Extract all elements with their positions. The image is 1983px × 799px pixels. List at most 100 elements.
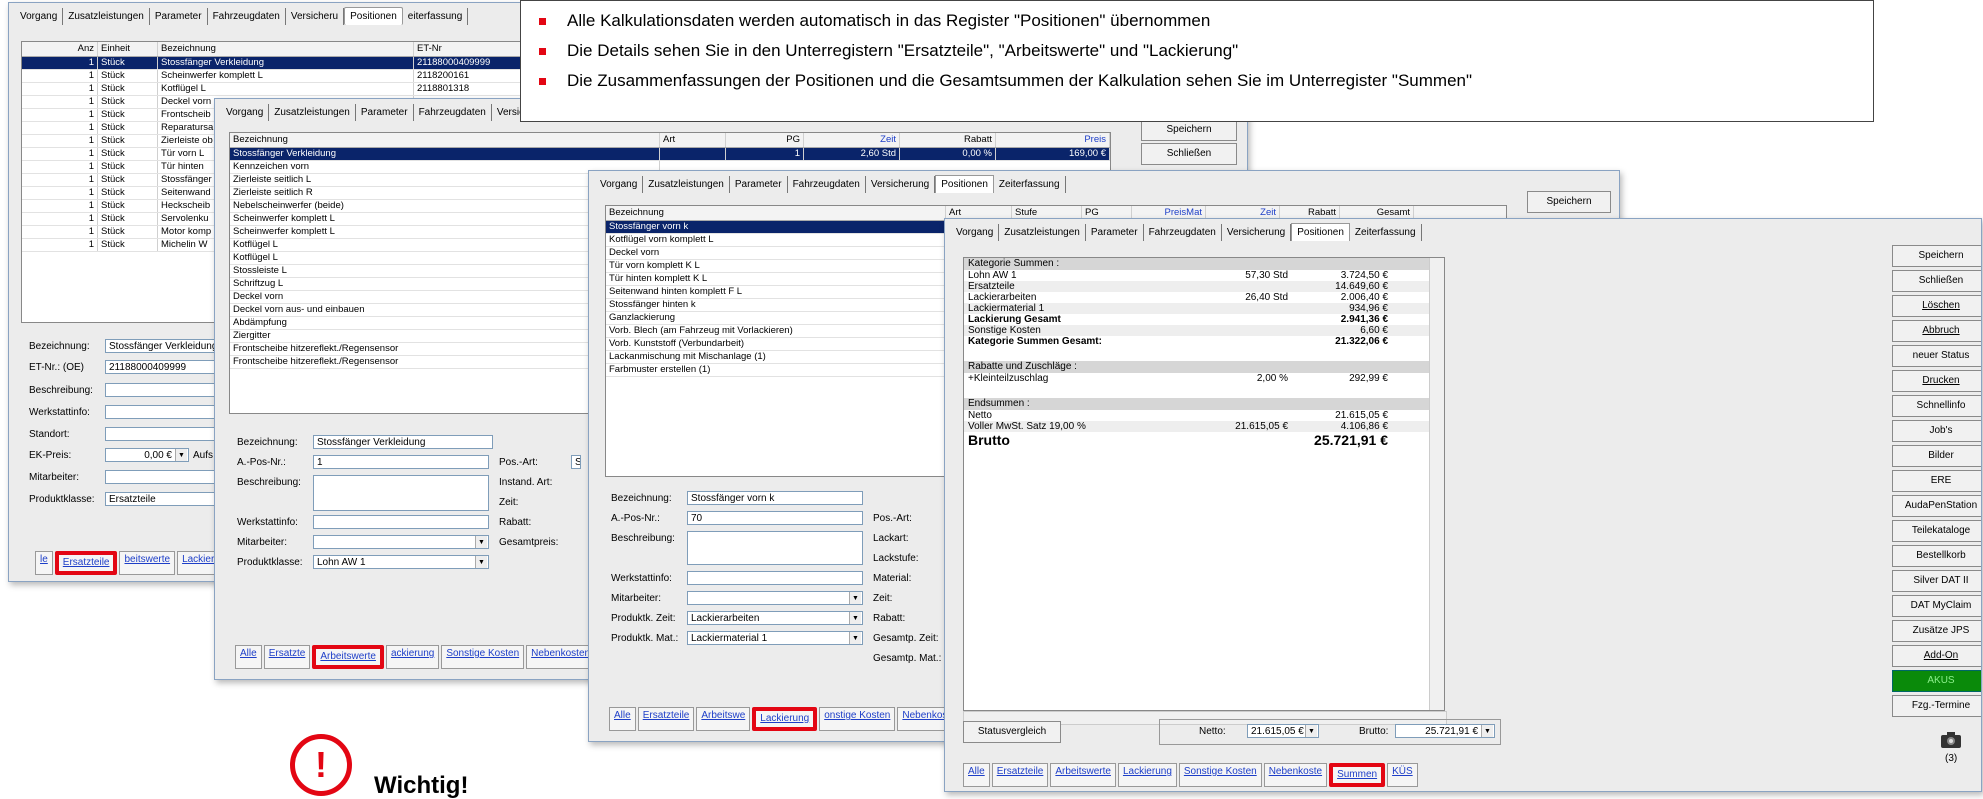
netto-select[interactable]: 21.615,05 € <box>1247 724 1319 738</box>
tab-vorgang[interactable]: Vorgang <box>221 104 270 121</box>
schnellinfo-button[interactable]: Schnellinfo <box>1892 395 1981 417</box>
tab-versicherung[interactable]: Versicherung <box>866 176 936 193</box>
werkstattinfo-field[interactable] <box>313 515 489 529</box>
teilekataloge-button[interactable]: Teilekataloge <box>1892 520 1981 542</box>
subtab-alle[interactable]: Alle <box>609 707 636 731</box>
tab-fahrzeugdaten[interactable]: Fahrzeugdaten <box>1144 224 1222 241</box>
ekpreis-select[interactable]: 0,00 € <box>105 448 189 462</box>
standort-field[interactable] <box>105 427 225 441</box>
tab-zeiterfassung[interactable]: Zeiterfassung <box>1350 224 1422 241</box>
akus-button[interactable]: AKUS <box>1892 670 1981 692</box>
werkstattinfo-field[interactable] <box>105 405 225 419</box>
produktk-mat-select[interactable]: Lackiermaterial 1 <box>687 631 863 645</box>
tab-zusatzleistungen[interactable]: Zusatzleistungen <box>63 8 150 25</box>
tab-parameter[interactable]: Parameter <box>730 176 788 193</box>
posart-field[interactable]: St <box>571 455 581 469</box>
subtab-sonstige-kosten[interactable]: Sonstige Kosten <box>1178 763 1262 787</box>
beschreibung-field[interactable] <box>687 531 863 565</box>
table-row[interactable]: 1 Stück Scheinwerfer komplett L 2118200161 <box>22 70 532 83</box>
add-on-button[interactable]: Add-On <box>1892 645 1981 667</box>
table-row[interactable]: 1 Stück Stossfänger Verkleidung 21188000… <box>22 57 532 70</box>
bezeichnung-field[interactable]: Stossfänger Verkleidung <box>105 339 225 353</box>
beschreibung-field[interactable] <box>313 475 489 511</box>
tab-zeiterfassung[interactable]: Zeiterfassung <box>994 176 1066 193</box>
tab-fahrzeugdaten[interactable]: Fahrzeugdaten <box>208 8 286 25</box>
schliessen-button[interactable]: Schließen <box>1141 143 1237 165</box>
subtab-sonstige-kosten[interactable]: Sonstige Kosten <box>441 645 525 669</box>
tab-vorgang[interactable]: Vorgang <box>15 8 64 25</box>
neuer-status-button[interactable]: neuer Status <box>1892 345 1981 367</box>
tab-zeiterfassung[interactable]: eiterfassung <box>403 8 469 25</box>
col-bezeichnung[interactable]: Bezeichnung <box>606 206 946 220</box>
subtab-sonstige-kosten[interactable]: onstige Kosten <box>819 707 896 731</box>
loeschen-button[interactable]: Löschen <box>1892 295 1981 317</box>
jobs-button[interactable]: Job's <box>1892 420 1981 442</box>
apos-field[interactable]: 1 <box>313 455 489 469</box>
subtab-lackierung[interactable]: ackierung <box>385 645 440 669</box>
produktk-zeit-select[interactable]: Lackierarbeiten <box>687 611 863 625</box>
speichern-button[interactable]: Speichern <box>1527 191 1611 213</box>
tab-zusatzleistungen[interactable]: Zusatzleistungen <box>999 224 1086 241</box>
zusaetze-jps-button[interactable]: Zusätze JPS <box>1892 620 1981 642</box>
tab-parameter[interactable]: Parameter <box>1086 224 1144 241</box>
speichern-button[interactable]: Speichern <box>1892 245 1981 267</box>
tab-vorgang[interactable]: Vorgang <box>951 224 1000 241</box>
tab-vorgang[interactable]: Vorgang <box>595 176 644 193</box>
tab-positionen[interactable]: Positionen <box>344 7 403 25</box>
table-row[interactable]: 1 Stück Kotflügel L 2118801318 <box>22 83 532 96</box>
subtab-arbeitswerte[interactable]: Arbeitswerte <box>312 645 384 669</box>
subtab-alle[interactable]: Alle <box>963 763 990 787</box>
tab-zusatzleistungen[interactable]: Zusatzleistungen <box>643 176 730 193</box>
tab-positionen[interactable]: Positionen <box>1291 223 1350 241</box>
schliessen-button[interactable]: Schließen <box>1892 270 1981 292</box>
tab-parameter[interactable]: Parameter <box>150 8 208 25</box>
col-rabatt[interactable]: Rabatt <box>900 133 996 147</box>
subtab-ersatzteile[interactable]: Ersatzteile <box>54 551 118 575</box>
dat-myclaim-button[interactable]: DAT MyClaim <box>1892 595 1981 617</box>
vertical-scrollbar[interactable] <box>1429 258 1444 710</box>
speichern-button[interactable]: Speichern <box>1141 119 1237 141</box>
mitarbeiter-field[interactable] <box>105 470 225 484</box>
col-anz[interactable]: Anz <box>22 42 98 56</box>
subtab-alle[interactable]: Alle <box>235 645 262 669</box>
silver-dat-button[interactable]: Silver DAT II <box>1892 570 1981 592</box>
col-einheit[interactable]: Einheit <box>98 42 158 56</box>
col-bezeichnung[interactable]: Bezeichnung <box>230 133 660 147</box>
apos-field[interactable]: 70 <box>687 511 863 525</box>
tab-versicherung[interactable]: Versicherung <box>1222 224 1292 241</box>
subtab-lackierung[interactable]: Lackierung <box>752 707 818 731</box>
tab-versicherung[interactable]: Versicheru <box>286 8 345 25</box>
statusvergleich-button[interactable]: Statusvergleich <box>963 721 1061 743</box>
bilder-button[interactable]: Bilder <box>1892 445 1981 467</box>
tab-fahrzeugdaten[interactable]: Fahrzeugdaten <box>788 176 866 193</box>
tab-fahrzeugdaten[interactable]: Fahrzeugdaten <box>414 104 492 121</box>
audapenstation-button[interactable]: AudaPenStation <box>1892 495 1981 517</box>
subtab-lackierung[interactable]: Lackierung <box>1117 763 1177 787</box>
mitarbeiter-select[interactable] <box>313 535 489 549</box>
etnr-field[interactable]: 21188000409999 <box>105 360 225 374</box>
subtab-arbeitswerte[interactable]: Arbeitswe <box>696 707 751 731</box>
col-preis[interactable]: Preis <box>996 133 1110 147</box>
col-zeit[interactable]: Zeit <box>804 133 900 147</box>
abbruch-button[interactable]: Abbruch <box>1892 320 1981 342</box>
tab-positionen[interactable]: Positionen <box>935 175 994 193</box>
table-row[interactable]: Stossfänger Verkleidung 1 2,60 Std 0,00 … <box>230 148 1110 161</box>
col-pg[interactable]: PG <box>726 133 804 147</box>
fzg-termine-button[interactable]: Fzg.-Termine <box>1892 695 1981 717</box>
bestellkorb-button[interactable]: Bestellkorb <box>1892 545 1981 567</box>
beschreibung-field[interactable] <box>105 383 225 397</box>
col-art[interactable]: Art <box>660 133 726 147</box>
brutto-select[interactable]: 25.721,91 € <box>1395 724 1495 738</box>
subtab-ersatzteile[interactable]: Ersatzte <box>263 645 311 669</box>
tab-zusatzleistungen[interactable]: Zusatzleistungen <box>269 104 356 121</box>
camera-icon[interactable] <box>1939 731 1963 749</box>
produktklasse-field[interactable]: Ersatzteile <box>105 492 225 506</box>
werkstattinfo-field[interactable] <box>687 571 863 585</box>
tab-parameter[interactable]: Parameter <box>356 104 414 121</box>
subtab-ersatzteile[interactable]: Ersatzteile <box>991 763 1049 787</box>
ere-button[interactable]: ERE <box>1892 470 1981 492</box>
bezeichnung-field[interactable]: Stossfänger vorn k <box>687 491 863 505</box>
col-bezeichnung[interactable]: Bezeichnung <box>158 42 414 56</box>
mitarbeiter-select[interactable] <box>687 591 863 605</box>
subtab-ersatzteile[interactable]: Ersatzteile <box>637 707 695 731</box>
